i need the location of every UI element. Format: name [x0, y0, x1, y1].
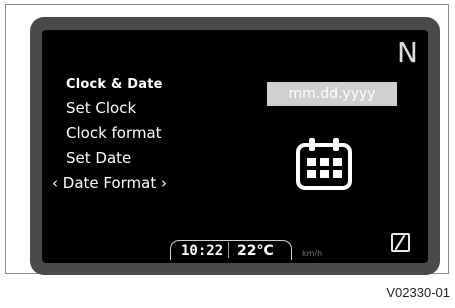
speed-unit: km/h: [302, 249, 323, 258]
date-format-value: mm.dd.yyyy: [267, 82, 397, 106]
instrument-display: N Clock & Date Set Clock Clock format Se…: [42, 30, 428, 263]
status-divider: [228, 242, 229, 258]
menu-item-clock-format[interactable]: Clock format: [66, 124, 162, 142]
temperature-readout: 22°C: [237, 243, 274, 259]
menu-item-set-clock[interactable]: Set Clock: [66, 99, 136, 117]
calendar-icon: [296, 138, 352, 190]
menu-item-date-format[interactable]: ‹ Date Format ›: [52, 174, 167, 192]
menu-item-set-date[interactable]: Set Date: [66, 149, 131, 167]
menu-title: Clock & Date: [66, 77, 163, 92]
clock-readout: 10:22: [181, 243, 224, 259]
trip-reset-icon: [391, 233, 410, 252]
figure-code: V02330-01: [386, 285, 450, 300]
gear-indicator: N: [397, 36, 418, 69]
